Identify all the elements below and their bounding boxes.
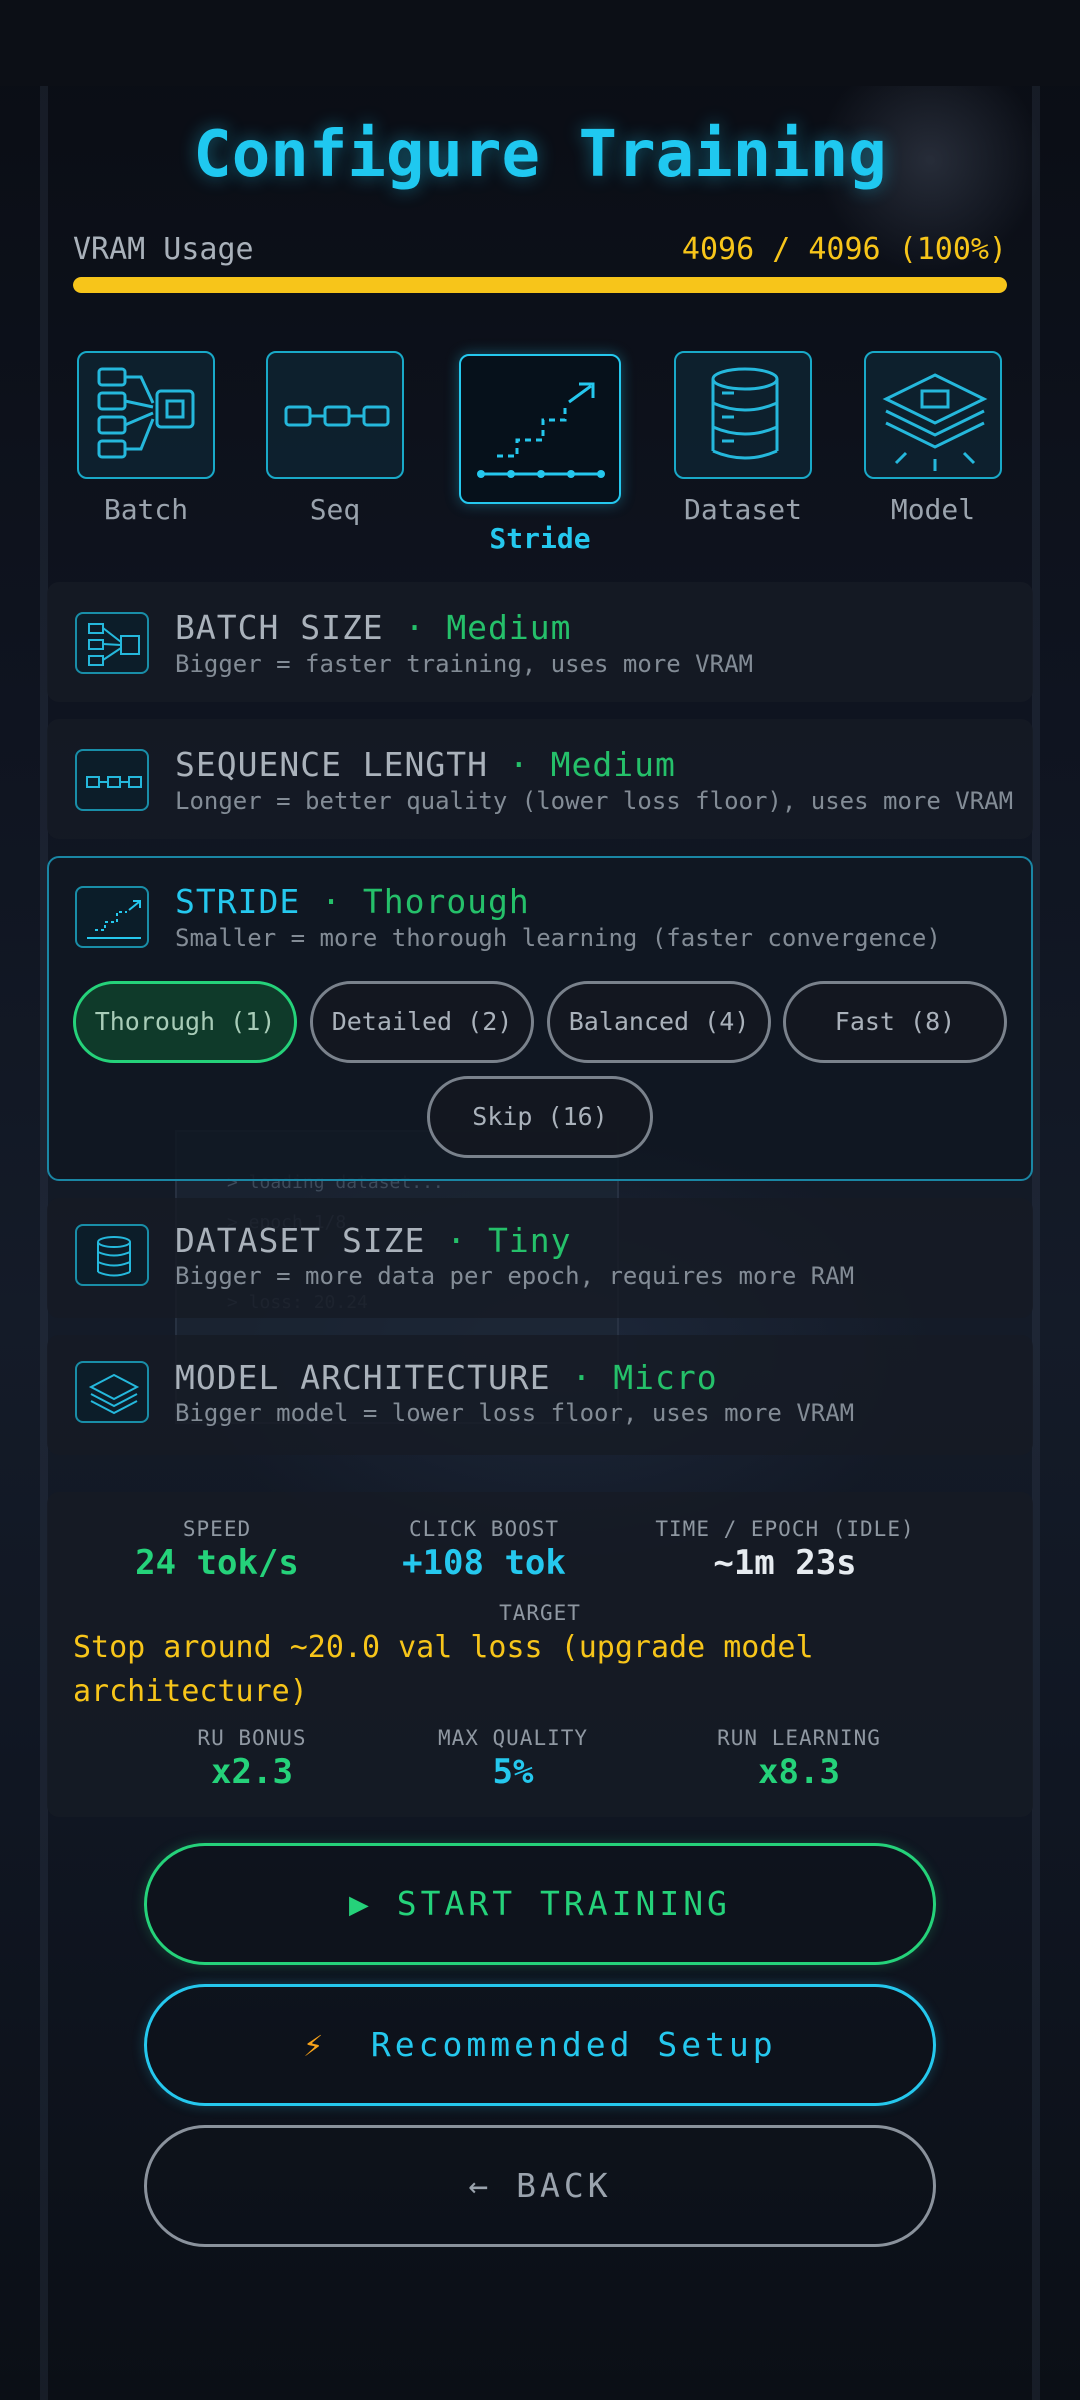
database-icon: [711, 367, 779, 460]
sequence-length-level: Medium: [550, 745, 676, 784]
lightning-icon: ⚡: [303, 2025, 324, 2064]
stride-option-skip[interactable]: Skip (16): [427, 1076, 653, 1158]
page-title: Configure Training: [193, 118, 887, 192]
run-learning-label: RUN LEARNING: [717, 1726, 881, 1750]
vram-progress-bar: [73, 277, 1007, 293]
stride-level: Thorough: [362, 882, 530, 921]
tile-sequence[interactable]: [266, 351, 404, 479]
tile-label-dataset: Dataset: [683, 493, 802, 526]
model-layers-icon: [882, 373, 988, 471]
sequence-icon: [86, 776, 142, 788]
time-epoch-value: ~1m 23s: [713, 1543, 857, 1583]
database-icon: [97, 1236, 131, 1277]
stride-title: STRIDE · Thorough: [175, 882, 530, 921]
recommended-setup-button[interactable]: ⚡ Recommended Setup: [144, 1984, 936, 2106]
max-quality-value: 5%: [492, 1752, 534, 1792]
separator: ·: [571, 1358, 593, 1397]
stride-option-thorough[interactable]: Thorough (1): [73, 981, 297, 1063]
dataset-size-level: Tiny: [488, 1221, 572, 1260]
tile-label-model: Model: [890, 493, 976, 526]
vram-progress-fill: [73, 277, 1007, 293]
tile-label-seq: Seq: [309, 493, 361, 526]
ru-bonus-label: RU BONUS: [197, 1726, 307, 1750]
target-label: TARGET: [499, 1601, 581, 1625]
separator: ·: [508, 745, 530, 784]
stride-desc: Smaller = more thorough learning (faster…: [175, 924, 941, 952]
tile-label-stride: Stride: [489, 522, 591, 555]
model-layers-icon: [88, 1373, 140, 1415]
time-epoch-label: TIME / EPOCH (IDLE): [655, 1517, 915, 1541]
vram-label: VRAM Usage: [73, 232, 254, 267]
tile-model[interactable]: [864, 351, 1002, 479]
speed-label: SPEED: [182, 1517, 252, 1541]
speed-value: 24 tok/s: [135, 1543, 299, 1583]
batch-size-title: BATCH SIZE · Medium: [175, 608, 572, 647]
batch-row-icon: [75, 612, 149, 674]
click-boost-value: +108 tok: [402, 1543, 566, 1583]
vram-value: 4096 / 4096 (100%): [681, 232, 1007, 267]
sequence-icon: [284, 405, 390, 427]
separator: ·: [404, 608, 426, 647]
tile-batch[interactable]: [77, 351, 215, 479]
stride-row-icon: [75, 886, 149, 948]
tile-dataset[interactable]: [674, 351, 812, 479]
batch-size-level: Medium: [446, 608, 572, 647]
row-name: BATCH SIZE: [175, 608, 384, 647]
row-name: DATASET SIZE: [175, 1221, 426, 1260]
dataset-size-desc: Bigger = more data per epoch, requires m…: [175, 1262, 855, 1290]
model-architecture-desc: Bigger model = lower loss floor, uses mo…: [175, 1399, 855, 1427]
max-quality-label: MAX QUALITY: [437, 1726, 589, 1750]
target-text: Stop around ~20.0 val loss (upgrade mode…: [73, 1630, 814, 1709]
model-row-icon: [75, 1361, 149, 1423]
stride-option-balanced[interactable]: Balanced (4): [547, 981, 771, 1063]
sequence-row-icon: [75, 749, 149, 811]
separator: ·: [446, 1221, 468, 1260]
stride-option-detailed[interactable]: Detailed (2): [310, 981, 534, 1063]
model-architecture-level: Micro: [613, 1358, 718, 1397]
row-name: STRIDE: [175, 882, 301, 921]
recommended-setup-label: Recommended Setup: [370, 2025, 777, 2064]
stride-icon: [477, 382, 605, 478]
batch-size-desc: Bigger = faster training, uses more VRAM: [175, 650, 753, 678]
tile-label-batch: Batch: [103, 493, 189, 526]
stride-icon: [87, 900, 141, 939]
sequence-length-title: SEQUENCE LENGTH · Medium: [175, 745, 676, 784]
back-button[interactable]: ← BACK: [144, 2125, 936, 2247]
separator: ·: [321, 882, 342, 921]
batch-icon: [88, 623, 140, 666]
sequence-length-desc: Longer = better quality (lower loss floo…: [175, 787, 1014, 815]
click-boost-label: CLICK BOOST: [408, 1517, 560, 1541]
decor-stripe: [1032, 86, 1040, 2400]
model-architecture-title: MODEL ARCHITECTURE · Micro: [175, 1358, 718, 1397]
status-bar-area: [0, 0, 1080, 86]
dataset-size-title: DATASET SIZE · Tiny: [175, 1221, 572, 1260]
tile-stride[interactable]: [459, 354, 621, 504]
run-learning-value: x8.3: [758, 1752, 840, 1792]
ru-bonus-value: x2.3: [211, 1752, 293, 1792]
row-name: SEQUENCE LENGTH: [175, 745, 489, 784]
row-name: MODEL ARCHITECTURE: [175, 1358, 551, 1397]
start-training-button[interactable]: ▶ START TRAINING: [144, 1843, 936, 1965]
batch-icon: [97, 367, 195, 459]
stride-option-fast[interactable]: Fast (8): [783, 981, 1007, 1063]
dataset-row-icon: [75, 1224, 149, 1286]
